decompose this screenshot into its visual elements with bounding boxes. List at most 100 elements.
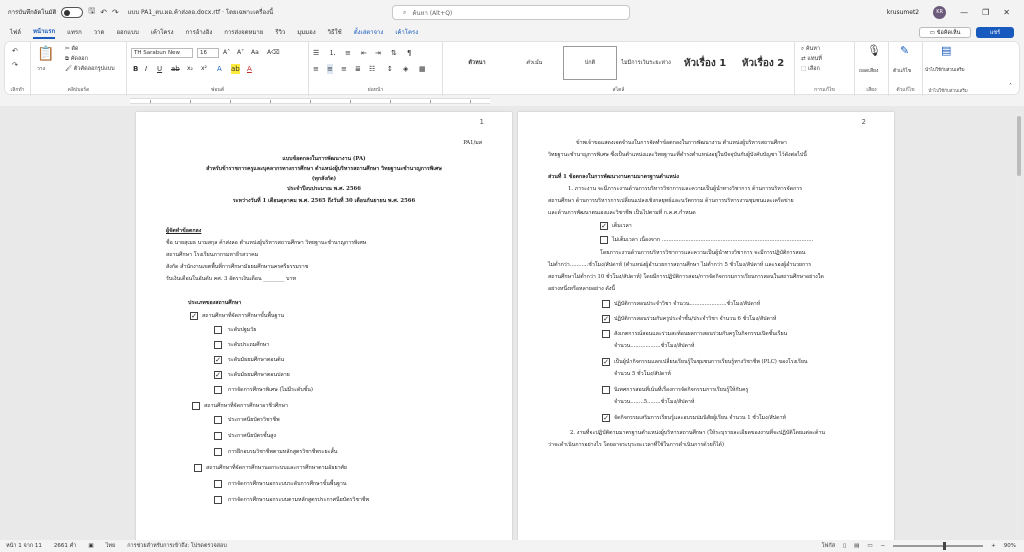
show-marks-icon[interactable]: ¶: [407, 48, 411, 58]
checkbox-full-time[interactable]: ✓: [600, 222, 608, 230]
focus-mode[interactable]: โฟกัส: [822, 542, 836, 550]
editor-pen-icon[interactable]: ✎: [900, 45, 909, 56]
align-center-icon[interactable]: ≡: [327, 64, 333, 74]
tab-table-layout[interactable]: เค้าโครง: [395, 27, 418, 37]
checkbox-task-5[interactable]: [602, 386, 610, 394]
page-1[interactable]: 1 PA1/มส แบบข้อตกลงในการพัฒนางาน (PA) สำ…: [136, 112, 512, 540]
bold-icon[interactable]: B: [133, 64, 138, 74]
tab-design[interactable]: ออกแบบ: [116, 27, 138, 37]
checkbox-higher-certificate[interactable]: [214, 432, 222, 440]
format-painter-button[interactable]: 🖌 ตัวคัดลอกรูปแบบ: [65, 64, 115, 74]
cut-button[interactable]: ✂ ตัด: [65, 44, 79, 54]
checkbox-part-time[interactable]: [600, 236, 608, 244]
paste-icon[interactable]: 📋: [37, 46, 54, 62]
redo-icon[interactable]: ↷: [12, 60, 18, 70]
checkbox-task-3[interactable]: [602, 330, 610, 338]
font-name-select[interactable]: TH Sarabun New: [131, 48, 193, 58]
clear-format-icon[interactable]: A⌫: [267, 48, 280, 58]
checkbox-task-1[interactable]: [602, 300, 610, 308]
share-button[interactable]: แชร์: [976, 27, 1014, 38]
font-color-icon[interactable]: A: [247, 64, 252, 74]
line-spacing-icon[interactable]: ↕: [387, 64, 393, 74]
proofing-icon[interactable]: ▣: [88, 543, 93, 549]
tab-mailings[interactable]: การส่งจดหมาย: [224, 27, 263, 37]
language[interactable]: ไทย: [106, 542, 116, 550]
style-emphasis[interactable]: ตัวเน้น: [507, 46, 561, 80]
addins-label[interactable]: นำไปใช้กับส่วนเสริม: [925, 66, 965, 76]
zoom-slider[interactable]: [893, 542, 984, 550]
tab-file[interactable]: ไฟล์: [10, 27, 21, 37]
checkbox-vocational[interactable]: [192, 402, 200, 410]
tab-help[interactable]: วิธีใช้: [328, 27, 342, 37]
horizontal-ruler[interactable]: [130, 98, 490, 104]
read-mode-icon[interactable]: ▯: [843, 543, 846, 549]
checkbox-special-education[interactable]: [214, 386, 222, 394]
text-effects-icon[interactable]: A: [217, 64, 222, 74]
numbering-icon[interactable]: ⒈: [329, 48, 336, 58]
tab-table-design[interactable]: ตั้งเล่ตาจาง: [354, 27, 384, 37]
dictate-label[interactable]: ถอดเสียง: [859, 66, 878, 76]
tab-insert[interactable]: แทรก: [67, 27, 82, 37]
bullets-icon[interactable]: ☰: [313, 48, 319, 58]
copy-button[interactable]: ⧉ คัดลอก: [65, 54, 88, 64]
document-title[interactable]: แบบ PA1_ตบ.ผอ.ค้าส่งลอ.docx.rtf · โดยเฉพ…: [128, 7, 273, 17]
document-workspace[interactable]: 1 PA1/มส แบบข้อตกลงในการพัฒนางาน (PA) สำ…: [0, 106, 1024, 540]
checkbox-primary[interactable]: [214, 341, 222, 349]
comments-button[interactable]: ▭ ข้อคิดเห็น: [919, 27, 971, 38]
word-count[interactable]: 2661 คำ: [54, 542, 77, 550]
font-size-select[interactable]: 16: [197, 48, 219, 58]
tab-references[interactable]: การอ้างอิง: [186, 27, 213, 37]
shrink-font-icon[interactable]: A˅: [237, 48, 244, 58]
checkbox-task-6[interactable]: ✓: [602, 414, 610, 422]
vertical-scrollbar[interactable]: [1016, 106, 1022, 540]
checkbox-early-childhood[interactable]: [214, 326, 222, 334]
justify-icon[interactable]: ≣: [355, 64, 361, 74]
increase-indent-icon[interactable]: ⇥: [375, 48, 381, 58]
paste-label[interactable]: วาง: [37, 64, 45, 74]
page-2[interactable]: 2 ข้าพเจ้าขอแสดงเจตจำนงในการจัดทำข้อตกลง…: [518, 112, 894, 540]
subscript-icon[interactable]: x₂: [187, 64, 193, 74]
grow-font-icon[interactable]: A˄: [223, 48, 230, 58]
find-button[interactable]: ⌕ ค้นหา: [801, 44, 820, 54]
multilevel-icon[interactable]: ≡: [345, 48, 351, 58]
minimize-icon[interactable]: —: [960, 8, 968, 17]
editor-label[interactable]: ตัวแก้ไข: [893, 66, 911, 76]
align-right-icon[interactable]: ≡: [341, 64, 347, 74]
shading-icon[interactable]: ◈: [403, 64, 408, 74]
zoom-out-icon[interactable]: −: [881, 543, 886, 549]
style-heading-2[interactable]: หัวเรื่อง 2: [737, 46, 789, 80]
restore-icon[interactable]: ❐: [982, 8, 989, 17]
zoom-in-icon[interactable]: +: [991, 543, 996, 549]
strikethrough-icon[interactable]: ab: [171, 64, 180, 74]
tab-view[interactable]: มุมมอง: [297, 27, 315, 37]
undo-quick-icon[interactable]: ↶: [100, 8, 107, 17]
checkbox-non-formal[interactable]: [194, 464, 202, 472]
italic-icon[interactable]: I: [145, 64, 147, 74]
underline-icon[interactable]: U: [157, 64, 162, 74]
tab-review[interactable]: รีวิว: [275, 27, 285, 37]
replace-button[interactable]: ⇄ แทนที่: [801, 54, 822, 64]
checkbox-lower-secondary[interactable]: ✓: [214, 356, 222, 364]
superscript-icon[interactable]: x²: [201, 64, 207, 74]
collapse-ribbon-icon[interactable]: ˄: [1009, 82, 1012, 92]
redo-quick-icon[interactable]: ↷: [112, 8, 119, 17]
checkbox-upper-secondary[interactable]: ✓: [214, 371, 222, 379]
page-count[interactable]: หน้า 1 จาก 11: [6, 542, 42, 550]
accessibility-status[interactable]: การช่วยสำหรับการเข้าถึง: โปรดตรวจสอบ: [127, 542, 227, 550]
select-button[interactable]: ⬚ เลือก: [801, 64, 820, 74]
avatar[interactable]: KR: [933, 5, 947, 19]
style-no-spacing[interactable]: ไม่มีการเว้นระยะห่าง: [619, 46, 673, 80]
undo-icon[interactable]: ↶: [12, 46, 18, 56]
addins-icon[interactable]: ▤: [941, 45, 951, 56]
tab-home[interactable]: หน้าแรก: [32, 26, 56, 39]
checkbox-non-formal-basic[interactable]: [214, 480, 222, 488]
microphone-icon[interactable]: 🎙: [867, 45, 881, 56]
web-layout-icon[interactable]: ▭: [867, 543, 872, 549]
checkbox-vocational-certificate[interactable]: [214, 416, 222, 424]
sort-icon[interactable]: ⇅: [391, 48, 397, 58]
style-normal[interactable]: ปกติ: [563, 46, 617, 80]
tab-draw[interactable]: วาด: [94, 27, 105, 37]
borders-icon[interactable]: ▦: [419, 64, 426, 74]
checkbox-short-course[interactable]: [214, 448, 222, 456]
highlight-icon[interactable]: ab: [231, 64, 240, 74]
